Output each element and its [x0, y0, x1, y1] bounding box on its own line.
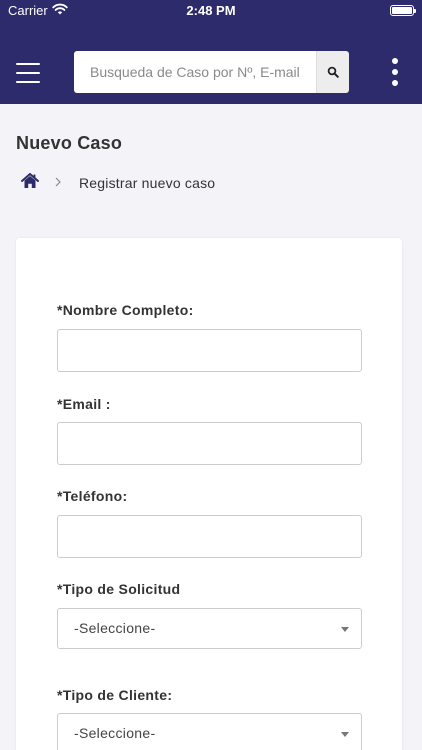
search-button[interactable]	[316, 51, 349, 93]
app-header: Carrier 2:48 PM	[0, 0, 422, 104]
battery-icon	[390, 5, 416, 16]
request-type-selected: -Seleccione-	[74, 620, 156, 636]
email-label: *Email :	[57, 396, 111, 412]
search-input[interactable]	[74, 51, 316, 93]
email-field[interactable]	[57, 422, 362, 465]
more-options-icon[interactable]	[388, 58, 402, 86]
status-bar: Carrier 2:48 PM	[0, 0, 422, 22]
page-title: Nuevo Caso	[16, 133, 123, 153]
chevron-right-icon	[55, 177, 61, 187]
caret-down-icon	[341, 627, 349, 632]
menu-icon[interactable]	[16, 63, 40, 83]
breadcrumb-current: Registrar nuevo caso	[79, 175, 216, 191]
phone-label: *Teléfono:	[57, 488, 128, 504]
phone-field[interactable]	[57, 515, 362, 558]
search-icon	[327, 66, 339, 78]
request-type-select[interactable]: -Seleccione-	[57, 608, 362, 649]
client-type-label: *Tipo de Cliente:	[57, 687, 173, 703]
status-time: 2:48 PM	[186, 3, 236, 18]
client-type-selected: -Seleccione-	[74, 725, 156, 741]
home-icon[interactable]	[21, 173, 39, 189]
full-name-field[interactable]	[57, 329, 362, 372]
full-name-label: *Nombre Completo:	[57, 302, 194, 318]
client-type-select[interactable]: -Seleccione-	[57, 713, 362, 750]
request-type-label: *Tipo de Solicitud	[57, 581, 181, 597]
caret-down-icon	[341, 732, 349, 737]
